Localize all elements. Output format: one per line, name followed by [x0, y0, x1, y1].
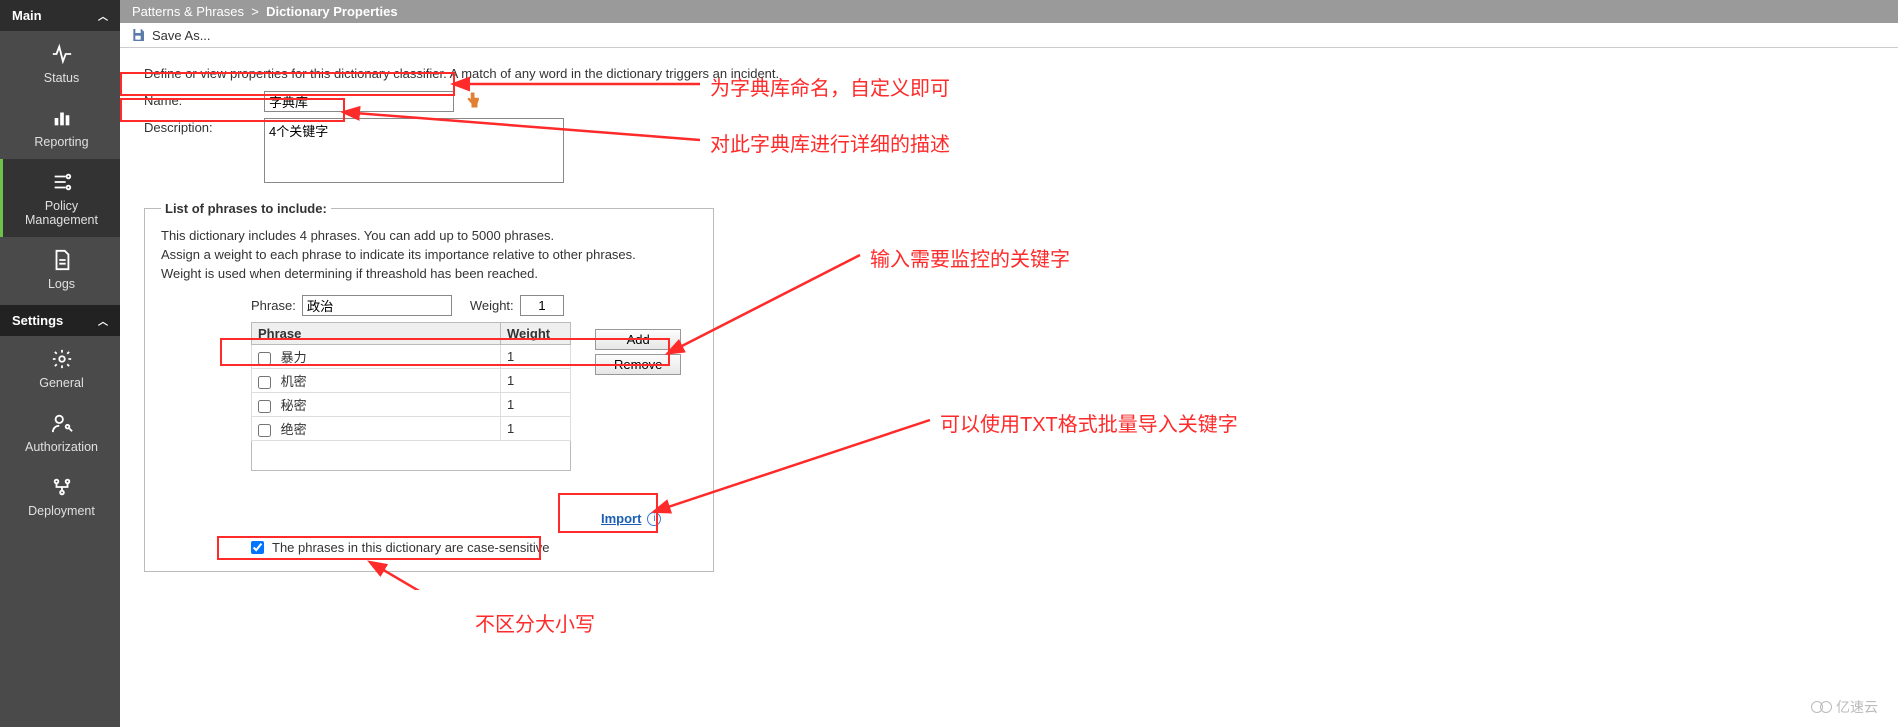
- chevron-up-icon: ︿: [98, 8, 108, 23]
- breadcrumb-parent[interactable]: Patterns & Phrases: [132, 4, 244, 19]
- toolbar: Save As...: [120, 23, 1898, 48]
- add-button[interactable]: Add: [595, 329, 681, 350]
- phrases-desc1: This dictionary includes 4 phrases. You …: [161, 228, 697, 243]
- sidebar: Main ︿ Status Reporting Policy Managemen…: [0, 0, 120, 727]
- remove-button[interactable]: Remove: [595, 354, 681, 375]
- case-sensitive-row: The phrases in this dictionary are case-…: [251, 540, 697, 555]
- weight-label: Weight:: [470, 298, 514, 313]
- pulse-icon: [7, 43, 116, 67]
- sidebar-item-label: General: [39, 376, 83, 390]
- row-weight: 1: [501, 417, 571, 441]
- name-input[interactable]: [264, 91, 454, 112]
- row-checkbox[interactable]: [258, 400, 271, 413]
- row-checkbox[interactable]: [258, 352, 271, 365]
- info-icon[interactable]: i: [647, 512, 661, 526]
- save-icon: [130, 27, 146, 43]
- import-link[interactable]: Import: [601, 511, 641, 526]
- description-row: Description:: [144, 118, 1874, 183]
- sidebar-item-logs[interactable]: Logs: [0, 237, 120, 301]
- sidebar-item-deployment[interactable]: Deployment: [0, 464, 120, 528]
- phrase-entry-row: Phrase: Weight:: [251, 295, 697, 316]
- table-empty-space: [251, 441, 571, 471]
- table-row[interactable]: 秘密 1: [252, 393, 571, 417]
- sidebar-item-label: Logs: [48, 277, 75, 291]
- row-weight: 1: [501, 345, 571, 369]
- row-checkbox[interactable]: [258, 424, 271, 437]
- description-label: Description:: [144, 118, 264, 135]
- page-intro: Define or view properties for this dicti…: [144, 66, 1874, 81]
- sidebar-item-policy-management[interactable]: Policy Management: [0, 159, 120, 237]
- row-phrase: 暴力: [281, 350, 307, 365]
- sidebar-settings-label: Settings: [12, 313, 63, 328]
- save-as-button[interactable]: Save As...: [152, 28, 211, 43]
- watermark: 亿速云: [1811, 697, 1878, 717]
- sidebar-item-label: Status: [44, 71, 79, 85]
- phrase-input[interactable]: [302, 295, 452, 316]
- weight-input[interactable]: [520, 295, 564, 316]
- table-header-weight: Weight: [501, 323, 571, 345]
- sidebar-item-label: Authorization: [25, 440, 98, 454]
- breadcrumb: Patterns & Phrases > Dictionary Properti…: [120, 0, 1898, 23]
- annotation-label-name: 为字典库命名，自定义即可: [710, 72, 950, 101]
- case-sensitive-label: The phrases in this dictionary are case-…: [272, 540, 549, 555]
- sidebar-main-label: Main: [12, 8, 42, 23]
- row-weight: 1: [501, 393, 571, 417]
- table-row[interactable]: 暴力 1: [252, 345, 571, 369]
- policy-icon: [7, 171, 116, 195]
- content-area: Patterns & Phrases > Dictionary Properti…: [120, 0, 1898, 727]
- annotation-label-case: 不区分大小写: [475, 608, 595, 637]
- sidebar-item-general[interactable]: General: [0, 336, 120, 400]
- phrase-label: Phrase:: [251, 298, 296, 313]
- phrases-fieldset: List of phrases to include: This diction…: [144, 201, 714, 572]
- table-row[interactable]: 绝密 1: [252, 417, 571, 441]
- row-weight: 1: [501, 369, 571, 393]
- logs-icon: [7, 249, 116, 273]
- annotation-label-desc: 对此字典库进行详细的描述: [710, 128, 950, 157]
- hand-pointer-icon: [464, 91, 482, 109]
- user-key-icon: [7, 412, 116, 436]
- sidebar-header-main[interactable]: Main ︿: [0, 0, 120, 31]
- name-label: Name:: [144, 91, 264, 108]
- bar-chart-icon: [7, 107, 116, 131]
- table-header-phrase: Phrase: [252, 323, 501, 345]
- annotation-label-import: 可以使用TXT格式批量导入关键字: [940, 408, 1238, 437]
- name-row: Name:: [144, 91, 1874, 112]
- main-body: Define or view properties for this dicti…: [120, 48, 1898, 590]
- table-row[interactable]: 机密 1: [252, 369, 571, 393]
- phrases-desc2: Assign a weight to each phrase to indica…: [161, 247, 697, 262]
- sidebar-item-reporting[interactable]: Reporting: [0, 95, 120, 159]
- breadcrumb-separator: >: [251, 4, 259, 19]
- sidebar-header-settings[interactable]: Settings ︿: [0, 305, 120, 336]
- annotation-label-phrase: 输入需要监控的关键字: [870, 243, 1070, 272]
- row-phrase: 机密: [281, 374, 307, 389]
- row-phrase: 秘密: [281, 398, 307, 413]
- sidebar-item-status[interactable]: Status: [0, 31, 120, 95]
- sidebar-item-label: Deployment: [28, 504, 95, 518]
- gear-icon: [7, 348, 116, 372]
- deploy-icon: [7, 476, 116, 500]
- row-checkbox[interactable]: [258, 376, 271, 389]
- sidebar-item-label: Reporting: [34, 135, 88, 149]
- phrases-legend: List of phrases to include:: [161, 201, 331, 216]
- phrases-table: Phrase Weight 暴力 1 机密 1 秘密 1 绝密 1: [251, 322, 571, 441]
- sidebar-item-label: Policy Management: [25, 199, 98, 227]
- description-input[interactable]: [264, 118, 564, 183]
- chevron-up-icon: ︿: [98, 313, 108, 328]
- case-sensitive-checkbox[interactable]: [251, 541, 264, 554]
- watermark-logo-icon: [1811, 701, 1832, 713]
- row-phrase: 绝密: [281, 422, 307, 437]
- import-row: Import i: [601, 511, 697, 526]
- phrases-desc3: Weight is used when determining if threa…: [161, 266, 697, 281]
- breadcrumb-current: Dictionary Properties: [266, 4, 398, 19]
- sidebar-item-authorization[interactable]: Authorization: [0, 400, 120, 464]
- watermark-text: 亿速云: [1836, 697, 1878, 717]
